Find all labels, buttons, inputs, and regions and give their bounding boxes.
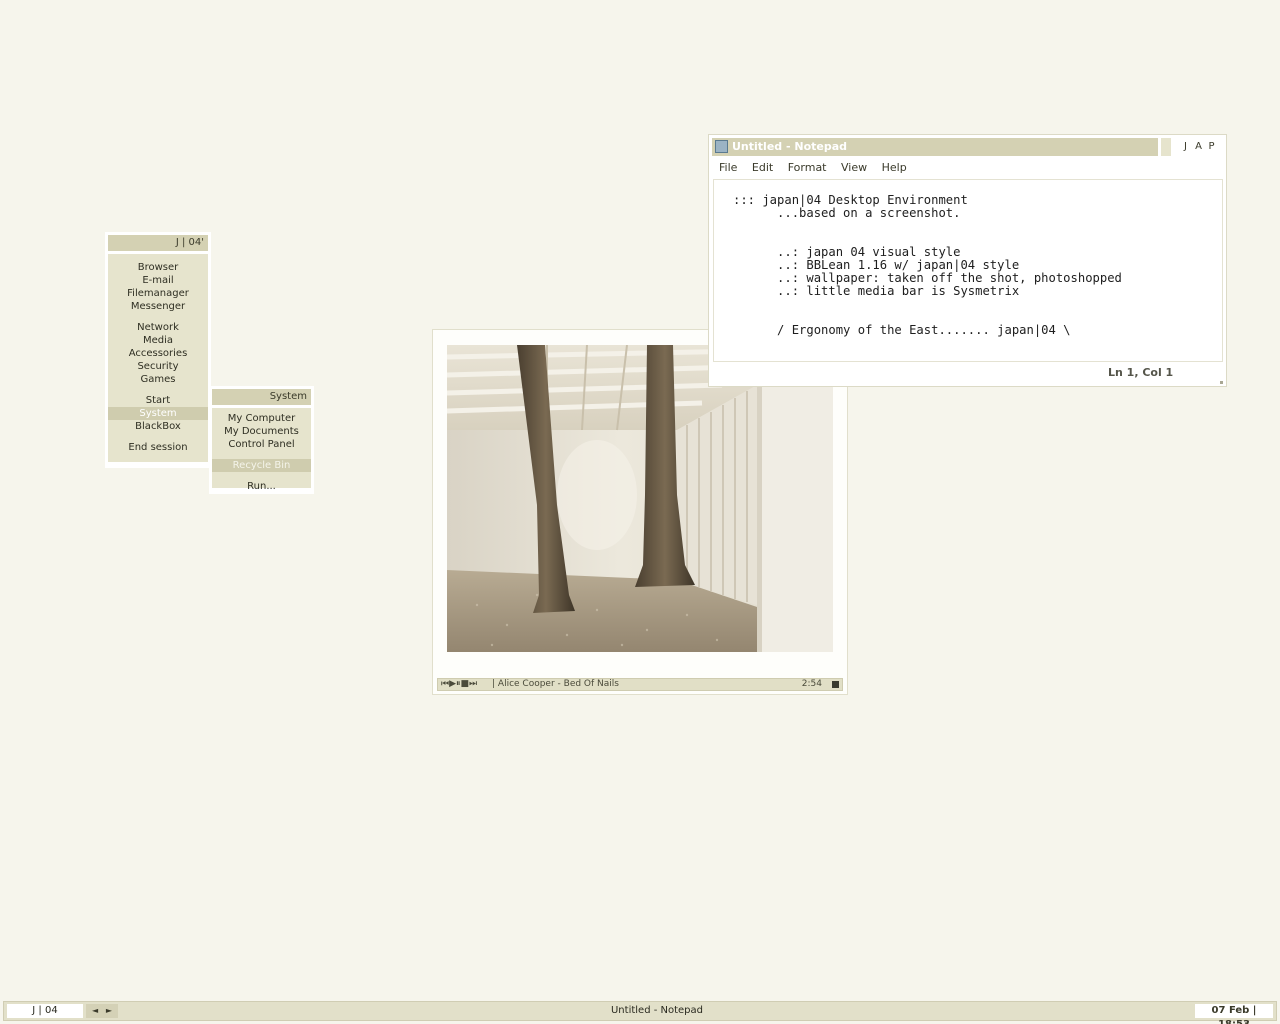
notepad-window: Untitled - Notepad JAP File Edit Format … [708,134,1227,387]
menu-item-media[interactable]: Media [108,334,208,347]
window-control-p-button[interactable]: P [1205,138,1218,156]
menu-item-email[interactable]: E-mail [108,274,208,287]
menu-item-security[interactable]: Security [108,360,208,373]
root-menu: J | 04' Browser E-mail Filemanager Messe… [105,232,211,468]
menu-item-browser[interactable]: Browser [108,261,208,274]
menu-item-my-computer[interactable]: My Computer [212,412,311,425]
menu-format[interactable]: Format [788,161,827,174]
menu-item-filemanager[interactable]: Filemanager [108,287,208,300]
media-time: 2:54 [801,679,822,689]
menu-item-my-documents[interactable]: My Documents [212,425,311,438]
notepad-menubar: File Edit Format View Help [719,161,918,175]
root-menu-body: Browser E-mail Filemanager Messenger Net… [108,254,208,462]
menu-item-blackbox[interactable]: BlackBox [108,420,208,433]
menu-item-control-panel[interactable]: Control Panel [212,438,311,451]
notepad-title: Untitled - Notepad [732,140,848,153]
media-track-name: Alice Cooper - Bed Of Nails [497,679,619,689]
resize-grip-icon[interactable] [1220,381,1223,384]
media-separator: | [492,679,496,689]
window-controls: JAP [1179,138,1223,156]
menu-item-start[interactable]: Start [108,394,208,407]
system-submenu-body: My Computer My Documents Control Panel R… [212,408,311,492]
system-submenu: System My Computer My Documents Control … [209,386,314,494]
media-player-bar: ⏮▶⏸■⏭ | Alice Cooper - Bed Of Nails 2:54 [437,678,843,691]
system-submenu-title[interactable]: System [212,389,311,405]
menu-separator [108,433,208,441]
menu-help[interactable]: Help [882,161,907,174]
prev-workspace-arrow-icon[interactable]: ◄ [92,1006,98,1015]
notepad-app-icon [715,140,728,153]
menu-item-accessories[interactable]: Accessories [108,347,208,360]
menu-separator [212,472,311,480]
menu-item-messenger[interactable]: Messenger [108,300,208,313]
notepad-text-area[interactable]: ::: japan|04 Desktop Environment ...base… [713,179,1223,362]
root-menu-title[interactable]: J | 04' [108,235,208,251]
taskbar-clock: 07 Feb | 18:53 [1195,1004,1273,1024]
menu-file[interactable]: File [719,161,737,174]
menu-item-system[interactable]: System [108,407,208,420]
menu-separator [108,313,208,321]
workspace-switcher: ◄ ► [86,1004,118,1018]
taskbar: J | 04 ◄ ► Untitled - Notepad 07 Feb | 1… [3,1001,1277,1024]
menu-view[interactable]: View [841,161,867,174]
photo-illustration [447,345,833,652]
menu-item-end-session[interactable]: End session [108,441,208,454]
menu-separator [212,451,311,459]
menu-item-network[interactable]: Network [108,321,208,334]
titlebar-spacer [1161,138,1171,156]
menu-item-recycle-bin[interactable]: Recycle Bin [212,459,311,472]
window-control-a-button[interactable]: A [1192,138,1205,156]
menu-separator [108,386,208,394]
next-workspace-arrow-icon[interactable]: ► [106,1006,112,1015]
media-close-icon[interactable] [832,681,839,688]
menu-item-run[interactable]: Run... [212,480,311,493]
taskbar-task-notepad[interactable]: Untitled - Notepad [122,1004,1192,1018]
menu-item-games[interactable]: Games [108,373,208,386]
media-transport-controls[interactable]: ⏮▶⏸■⏭ [441,679,477,690]
notepad-status-position: Ln 1, Col 1 [1108,366,1174,379]
menu-edit[interactable]: Edit [752,161,773,174]
notepad-titlebar[interactable]: Untitled - Notepad [712,138,1158,156]
window-control-j-button[interactable]: J [1179,138,1192,156]
tree-gallery-photo [447,345,833,652]
workspace-label[interactable]: J | 04 [7,1004,83,1018]
media-track-title: | Alice Cooper - Bed Of Nails [492,679,619,690]
